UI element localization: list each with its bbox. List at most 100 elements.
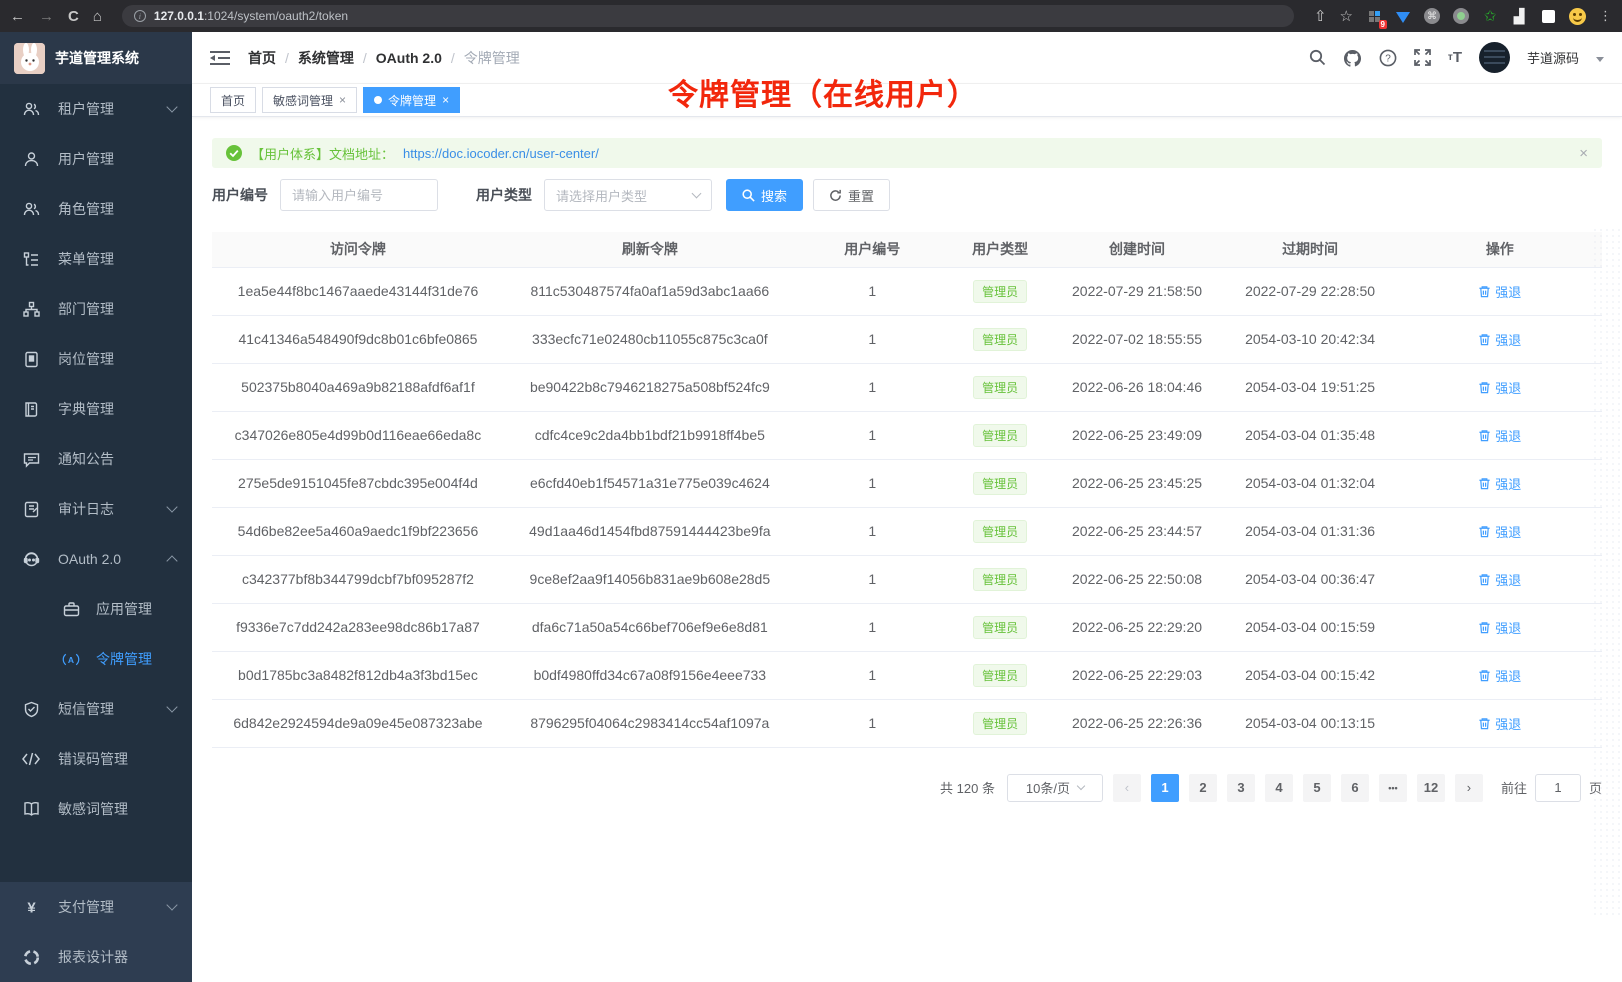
user-avatar[interactable] xyxy=(1479,42,1510,73)
search-icon[interactable] xyxy=(1309,49,1326,66)
sidebar-item-菜单管理[interactable]: 菜单管理 xyxy=(0,234,192,284)
page-button-4[interactable]: 4 xyxy=(1265,774,1293,802)
extension-reader-icon[interactable] xyxy=(1540,8,1556,24)
profile-avatar-icon[interactable] xyxy=(1569,8,1586,25)
next-page-button[interactable]: › xyxy=(1455,774,1483,802)
breadcrumb-item-OAuth 2.0[interactable]: OAuth 2.0 xyxy=(376,50,442,66)
user-id-input[interactable] xyxy=(280,179,438,211)
expires-time-cell: 2054-03-04 01:35:48 xyxy=(1223,411,1398,459)
breadcrumb-item-首页[interactable]: 首页 xyxy=(248,48,276,68)
user-id-cell: 1 xyxy=(796,315,949,363)
sidebar-item-短信管理[interactable]: 短信管理 xyxy=(0,684,192,734)
fullscreen-icon[interactable] xyxy=(1414,49,1431,66)
force-logout-button[interactable]: 强退 xyxy=(1478,522,1521,541)
action-cell: 强退 xyxy=(1398,315,1602,363)
extension-gem-icon[interactable] xyxy=(1395,8,1411,24)
page-button-5[interactable]: 5 xyxy=(1303,774,1331,802)
audit-log-icon xyxy=(22,501,40,518)
help-icon[interactable]: ? xyxy=(1379,49,1397,67)
sidebar-item-审计日志[interactable]: 审计日志 xyxy=(0,484,192,534)
sidebar-item-岗位管理[interactable]: 岗位管理 xyxy=(0,334,192,384)
page-size-select[interactable]: 10条/页 xyxy=(1007,774,1103,802)
sidebar-item-报表设计器[interactable]: 报表设计器 xyxy=(0,932,192,982)
sidebar-item-OAuth 2.0[interactable]: OAuth 2.0 xyxy=(0,534,192,584)
browser-forward-icon[interactable]: → xyxy=(39,9,54,24)
app-logo-area[interactable]: 芋道管理系统 xyxy=(0,32,192,84)
extension-star-icon[interactable]: ✩ xyxy=(1482,8,1498,24)
goto-page-input[interactable] xyxy=(1535,774,1581,802)
tab-close-icon[interactable]: × xyxy=(339,93,346,107)
reset-button[interactable]: 重置 xyxy=(813,179,890,211)
force-logout-button[interactable]: 强退 xyxy=(1478,330,1521,349)
browser-reload-icon[interactable]: C xyxy=(68,9,79,24)
sidebar-item-租户管理[interactable]: 租户管理 xyxy=(0,84,192,134)
page-button-3[interactable]: 3 xyxy=(1227,774,1255,802)
sidebar-item-敏感词管理[interactable]: 敏感词管理 xyxy=(0,784,192,834)
extension-record-icon[interactable] xyxy=(1453,8,1469,24)
bookmark-star-icon[interactable]: ☆ xyxy=(1340,9,1353,24)
browser-home-icon[interactable]: ⌂ xyxy=(93,9,102,24)
user-id-cell: 1 xyxy=(796,651,949,699)
created-time-cell: 2022-06-26 18:04:46 xyxy=(1052,363,1223,411)
user-type-label: 用户类型 xyxy=(476,185,532,205)
user-type-cell: 管理员 xyxy=(949,363,1052,411)
tab-close-icon[interactable]: × xyxy=(442,93,449,107)
svg-text:A: A xyxy=(68,654,74,664)
user-type-tag: 管理员 xyxy=(973,280,1027,303)
force-logout-button[interactable]: 强退 xyxy=(1478,282,1521,301)
sidebar-item-字典管理[interactable]: 字典管理 xyxy=(0,384,192,434)
sidebar-item-令牌管理[interactable]: A令牌管理 xyxy=(0,634,192,684)
extension-puzzle-icon[interactable]: ▟ xyxy=(1511,8,1527,24)
access-token-cell: 41c41346a548490f9dc8b01c6bfe0865 xyxy=(212,315,504,363)
tab-令牌管理[interactable]: 令牌管理× xyxy=(363,87,460,113)
sidebar-item-支付管理[interactable]: ¥支付管理 xyxy=(0,882,192,932)
force-logout-button[interactable]: 强退 xyxy=(1478,474,1521,493)
browser-back-icon[interactable]: ← xyxy=(10,9,25,24)
refresh-token-cell: dfa6c71a50a54c66bef706ef9e6e8d81 xyxy=(504,603,796,651)
created-time-cell: 2022-06-25 23:44:57 xyxy=(1052,507,1223,555)
page-info-icon[interactable]: i xyxy=(134,10,146,22)
user-menu-caret-icon[interactable] xyxy=(1596,57,1604,62)
expires-time-cell: 2054-03-04 19:51:25 xyxy=(1223,363,1398,411)
extension-command-icon[interactable]: ⌘ xyxy=(1424,8,1440,24)
doc-link[interactable]: https://doc.iocoder.cn/user-center/ xyxy=(403,146,599,161)
sidebar-item-角色管理[interactable]: 角色管理 xyxy=(0,184,192,234)
sidebar-item-部门管理[interactable]: 部门管理 xyxy=(0,284,192,334)
page-button-6[interactable]: 6 xyxy=(1341,774,1369,802)
breadcrumb-item-系统管理[interactable]: 系统管理 xyxy=(298,48,354,68)
sidebar-item-通知公告[interactable]: 通知公告 xyxy=(0,434,192,484)
alert-close-icon[interactable]: × xyxy=(1579,145,1588,162)
sidebar: 芋道管理系统 租户管理用户管理角色管理菜单管理部门管理岗位管理字典管理通知公告审… xyxy=(0,32,192,982)
share-icon[interactable]: ⇧ xyxy=(1314,9,1327,24)
force-logout-button[interactable]: 强退 xyxy=(1478,570,1521,589)
created-time-cell: 2022-06-25 23:49:09 xyxy=(1052,411,1223,459)
extension-grid-icon[interactable]: 9 xyxy=(1366,8,1382,24)
page-button-2[interactable]: 2 xyxy=(1189,774,1217,802)
sidebar-fold-icon[interactable] xyxy=(210,48,230,68)
user-type-select[interactable]: 请选择用户类型 xyxy=(544,179,712,211)
expires-time-cell: 2054-03-04 00:15:59 xyxy=(1223,603,1398,651)
prev-page-button[interactable]: ‹ xyxy=(1113,774,1141,802)
force-logout-button[interactable]: 强退 xyxy=(1478,618,1521,637)
user-id-cell: 1 xyxy=(796,603,949,651)
page-button-12[interactable]: 12 xyxy=(1417,774,1445,802)
force-logout-button[interactable]: 强退 xyxy=(1478,426,1521,445)
browser-menu-icon[interactable]: ⋮ xyxy=(1599,8,1612,24)
more-pages-button[interactable]: ••• xyxy=(1379,774,1407,802)
tab-敏感词管理[interactable]: 敏感词管理× xyxy=(262,87,357,113)
username[interactable]: 芋道源码 xyxy=(1527,48,1579,67)
search-button[interactable]: 搜索 xyxy=(726,179,803,211)
address-bar[interactable]: i 127.0.0.1:1024/system/oauth2/token xyxy=(122,5,1294,27)
tab-首页[interactable]: 首页 xyxy=(210,87,256,113)
force-logout-button[interactable]: 强退 xyxy=(1478,666,1521,685)
font-size-icon[interactable]: тT xyxy=(1448,49,1462,66)
github-icon[interactable] xyxy=(1343,49,1362,67)
page-button-1[interactable]: 1 xyxy=(1151,774,1179,802)
force-logout-button[interactable]: 强退 xyxy=(1478,378,1521,397)
sidebar-item-用户管理[interactable]: 用户管理 xyxy=(0,134,192,184)
force-logout-button[interactable]: 强退 xyxy=(1478,714,1521,733)
notice-bubble-icon xyxy=(22,451,40,468)
action-cell: 强退 xyxy=(1398,267,1602,315)
sidebar-item-应用管理[interactable]: 应用管理 xyxy=(0,584,192,634)
sidebar-item-错误码管理[interactable]: 错误码管理 xyxy=(0,734,192,784)
